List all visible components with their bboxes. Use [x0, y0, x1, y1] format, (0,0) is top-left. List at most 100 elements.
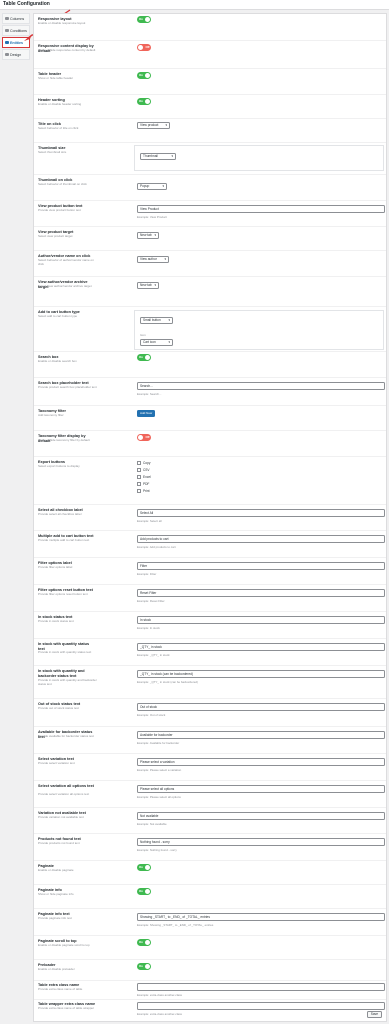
setting-description: Select behavior of thumbnail on click	[38, 182, 87, 186]
setting-paginate-scroll-top: Paginate scroll to top Enable or disable…	[34, 935, 386, 959]
setting-example: Example: Filter	[137, 572, 157, 576]
taxonomy-display-toggle[interactable]: Off	[137, 434, 151, 441]
backorder-text-input[interactable]: Available for backorder	[137, 731, 385, 739]
chevron-down-icon: ▾	[168, 340, 170, 344]
setting-description: Show or hide taxonomy filter by default	[38, 438, 90, 442]
chevron-down-icon: ▾	[168, 318, 170, 322]
multi-add-text-input[interactable]: Add products to cart	[137, 535, 385, 543]
setting-description: Enable or disable header sorting	[38, 102, 82, 106]
table-class-input[interactable]	[137, 983, 385, 991]
setting-thumbnail-size: Thumbnail size Select thumbnail size Thu…	[34, 142, 386, 174]
add-taxonomy-filter-button[interactable]: Add New	[137, 410, 156, 417]
setting-description: Enable or disable search box	[38, 359, 77, 363]
add-to-cart-icon-select[interactable]: Cart icon ▾	[140, 339, 173, 346]
setting-view-product-target: View product target Select view product …	[34, 226, 386, 250]
setting-table-class: Table extra class name Provide extra cla…	[34, 980, 386, 999]
export-print-checkbox[interactable]: Print	[137, 489, 150, 493]
setting-description: Provide variation not available text	[38, 815, 84, 819]
setting-description: Select view product target	[38, 234, 73, 238]
responsive-collapse-toggle[interactable]: Off	[137, 44, 151, 51]
setting-description: Provide product search box placeholder t…	[38, 385, 97, 389]
setting-add-to-cart: Add to cart button type Select add to ca…	[34, 306, 386, 351]
responsive-layout-toggle[interactable]: On	[137, 16, 151, 23]
in-stock-text-input[interactable]: In stock	[137, 616, 385, 624]
export-copy-checkbox[interactable]: Copy	[137, 461, 150, 465]
setting-example: Example: Not available	[137, 822, 167, 826]
setting-select-all-label: Select all checkbox label Provide select…	[34, 504, 386, 530]
setting-search-placeholder: Search box placeholder text Provide prod…	[34, 377, 386, 405]
export-pdf-checkbox[interactable]: PDF	[137, 482, 149, 486]
setting-description: Select thumbnail size	[38, 150, 67, 154]
setting-paginate-info-text: Paginate info text Provide paginate info…	[34, 908, 386, 935]
paginate-toggle[interactable]: On	[137, 864, 151, 871]
paginate-info-text-input[interactable]: Showing _START_ to _END_ of _TOTAL_ entr…	[137, 913, 385, 921]
settings-panel: Responsive layout Enable or disable resp…	[33, 13, 387, 1022]
view-product-target-select[interactable]: New tab ▾	[137, 232, 159, 239]
setting-table-header: Table header Show or hide table header O…	[34, 68, 386, 94]
setting-example: Example: _QTY_ in stock	[137, 653, 170, 657]
setting-description: Provide filter options label	[38, 565, 73, 569]
setting-filter-reset-text: Filter options reset button text Provide…	[34, 584, 386, 611]
setting-description: Select behavior of title on click	[38, 126, 79, 130]
thumbnail-on-click-select[interactable]: Popup ▾	[137, 183, 167, 190]
header-sorting-toggle[interactable]: On	[137, 98, 151, 105]
setting-example: Example: Out of stock	[137, 713, 166, 717]
products-not-found-input[interactable]: Nothing found - sorry	[137, 838, 385, 846]
setting-select-variation-text: Select variation text Provide select var…	[34, 753, 386, 780]
select-all-label-input[interactable]: Select All	[137, 509, 385, 517]
setting-in-stock-text: In stock status text Provide in stock st…	[34, 611, 386, 638]
preloader-toggle[interactable]: On	[137, 963, 151, 970]
setting-in-stock-backorder-text: In stock with quantity and backorder sta…	[34, 665, 386, 698]
select-variation-text-input[interactable]: Please select a variation	[137, 758, 385, 766]
select-variation-options-text-input[interactable]: Please select all options	[137, 785, 385, 793]
setting-author-target: View author/vendor archive target Select…	[34, 276, 386, 306]
export-csv-checkbox[interactable]: CSV	[137, 468, 150, 472]
view-product-text-input[interactable]: View Product	[137, 205, 385, 213]
conditions-icon	[5, 28, 9, 33]
out-of-stock-text-input[interactable]: Out of stock	[137, 703, 385, 711]
in-stock-backorder-text-input[interactable]: _QTY_ in stock (can be backordered)	[137, 670, 385, 678]
sidebar-item-columns[interactable]: Columns	[2, 13, 30, 24]
in-stock-qty-text-input[interactable]: _QTY_ in stock	[137, 643, 385, 651]
setting-label: In stock with quantity and backorder sta…	[38, 669, 85, 678]
chevron-down-icon: ▾	[164, 257, 166, 261]
setting-description: Enable or disable paginate scroll to top	[38, 943, 90, 947]
setting-view-product-text: View product button text Provide view pr…	[34, 200, 386, 226]
setting-description: Select export buttons to display	[38, 464, 80, 468]
sidebar: Columns Conditions Entities Design	[2, 13, 30, 61]
setting-description: Provide in stock status text	[38, 619, 74, 623]
sidebar-item-entities[interactable]: Entities	[2, 37, 30, 48]
setting-thumbnail-on-click: Thumbnail on click Select behavior of th…	[34, 174, 386, 200]
save-button[interactable]: Save	[366, 1011, 382, 1018]
entities-icon	[5, 40, 9, 45]
chevron-down-icon: ▾	[165, 123, 167, 127]
setting-select-variation-options-text: Select variation all options text Provid…	[34, 780, 386, 807]
thumbnail-size-select[interactable]: Thumbnail ▾	[140, 153, 176, 160]
search-placeholder-input[interactable]: Search...	[137, 382, 385, 390]
author-target-select[interactable]: New tab ▾	[137, 282, 159, 289]
paginate-scroll-top-toggle[interactable]: On	[137, 939, 151, 946]
paginate-info-toggle[interactable]: On	[137, 888, 151, 895]
setting-example: Example: In stock	[137, 626, 160, 630]
wrapper-class-input[interactable]	[137, 1002, 385, 1010]
setting-example: Example: Reset Filter	[137, 599, 165, 603]
setting-description: Provide available for backorder status t…	[38, 734, 94, 738]
sidebar-item-design[interactable]: Design	[2, 49, 30, 60]
variation-not-available-input[interactable]: Not available	[137, 812, 385, 820]
sidebar-item-label: Columns	[10, 16, 25, 21]
author-click-select[interactable]: View author ▾	[137, 256, 169, 263]
filter-options-label-input[interactable]: Filter	[137, 562, 385, 570]
filter-reset-text-input[interactable]: Reset Filter	[137, 589, 385, 597]
title-on-click-select[interactable]: View product ▾	[137, 122, 170, 129]
sidebar-item-conditions[interactable]: Conditions	[2, 25, 30, 36]
setting-description: Provide select variation text	[38, 761, 75, 765]
table-header-toggle[interactable]: On	[137, 72, 151, 79]
setting-description: Enable or disable preloader	[38, 967, 75, 971]
add-to-cart-type-select[interactable]: Small button ▾	[140, 317, 173, 324]
search-box-toggle[interactable]: On	[137, 354, 151, 361]
setting-description: Provide paginate info text	[38, 916, 72, 920]
setting-responsive-layout: Responsive layout Enable or disable resp…	[34, 14, 386, 40]
setting-wrapper-class: Table wrapper extra class name Provide e…	[34, 999, 386, 1021]
setting-example: Example: extra-class another-class	[137, 1012, 182, 1016]
export-excel-checkbox[interactable]: Excel	[137, 475, 151, 479]
